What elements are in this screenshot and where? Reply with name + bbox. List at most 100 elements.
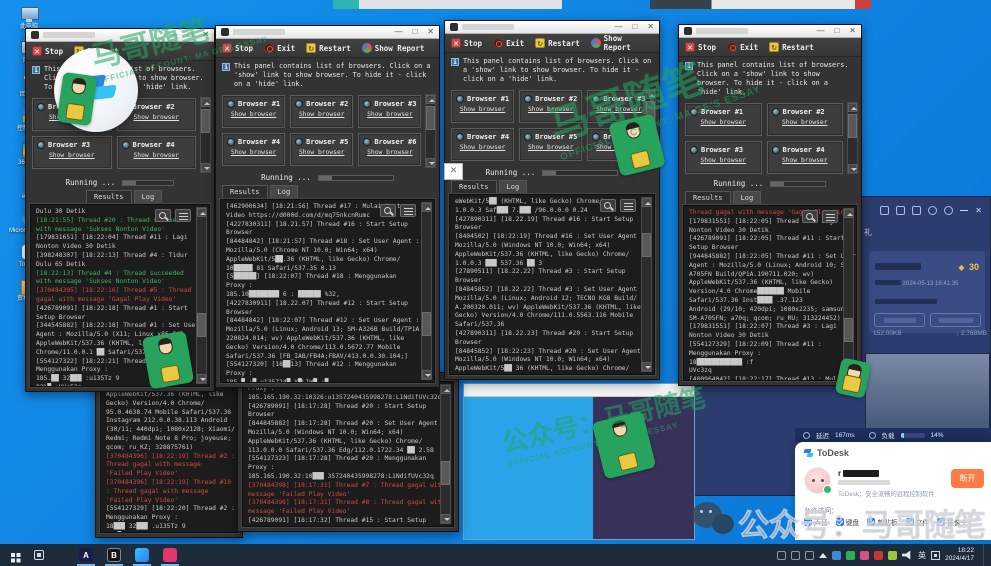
- help-button[interactable]: [930, 313, 981, 327]
- scroll-up-arrow[interactable]: [422, 203, 431, 212]
- titlebar[interactable]: — □ ✕: [26, 29, 214, 42]
- scroll-down-arrow[interactable]: [848, 164, 857, 173]
- scroll-up-arrow[interactable]: [844, 209, 853, 218]
- show-browser-link[interactable]: Show browser: [528, 144, 574, 151]
- minimize-button[interactable]: [960, 210, 968, 211]
- start-button[interactable]: [0, 544, 26, 566]
- show-browser-link[interactable]: Show browser: [701, 119, 747, 126]
- viewer-titlebar[interactable]: [464, 384, 694, 397]
- disconnect-button[interactable]: 断开: [951, 469, 984, 488]
- toolbar-button[interactable]: Show Report: [591, 34, 653, 52]
- log-scrollbar[interactable]: [196, 207, 207, 384]
- tray-icon[interactable]: [846, 551, 855, 560]
- toolbar-button[interactable]: Stop: [222, 43, 253, 53]
- scroll-up-arrow[interactable]: [197, 208, 206, 217]
- log-search-icon[interactable]: [802, 210, 818, 223]
- show-browser-link[interactable]: Show browser: [701, 157, 747, 164]
- permission-checkbox[interactable]: [804, 518, 812, 526]
- show-browser-link[interactable]: Show browser: [460, 106, 506, 113]
- show-browser-link[interactable]: Show browser: [460, 144, 506, 151]
- taskbar-app[interactable]: B: [100, 544, 128, 566]
- log-menu-icon[interactable]: [175, 209, 191, 222]
- log-menu-icon[interactable]: [822, 210, 838, 223]
- tray-icon[interactable]: [805, 551, 814, 560]
- scrollbar-thumb[interactable]: [197, 313, 206, 337]
- minimize-button[interactable]: —: [169, 31, 177, 39]
- log-search-icon[interactable]: [380, 204, 396, 217]
- popup-close-button[interactable]: ✕: [444, 163, 463, 180]
- tray-icon[interactable]: [777, 551, 786, 560]
- close-button[interactable]: ✕: [647, 23, 654, 31]
- tool-icon-4[interactable]: [928, 206, 937, 215]
- titlebar[interactable]: — □ ✕: [679, 25, 861, 38]
- scrollbar-thumb[interactable]: [844, 318, 853, 342]
- scrollbar-thumb[interactable]: [441, 461, 450, 485]
- scroll-down-arrow[interactable]: [197, 374, 206, 383]
- tool-icon-1[interactable]: [880, 206, 889, 215]
- toolbar-button[interactable]: Restart: [769, 42, 814, 52]
- scroll-up-arrow[interactable]: [642, 198, 651, 207]
- tool-icon-3[interactable]: [912, 206, 921, 215]
- tray-icon[interactable]: [874, 551, 883, 560]
- tray-icon[interactable]: [860, 551, 869, 560]
- close-button[interactable]: ✕: [975, 207, 982, 215]
- show-browser-link[interactable]: Show browser: [782, 157, 828, 164]
- taskbar-app[interactable]: [156, 544, 184, 566]
- clock[interactable]: 18:22 2024/4/17: [945, 547, 978, 563]
- tray-icon[interactable]: [902, 551, 913, 560]
- scroll-up-arrow[interactable]: [848, 103, 857, 112]
- toolbar-button[interactable]: Stop: [32, 46, 63, 56]
- show-browser-link[interactable]: Show browser: [299, 149, 345, 156]
- task-view-button[interactable]: [26, 544, 52, 566]
- close-button[interactable]: ✕: [202, 31, 209, 39]
- scroll-down-arrow[interactable]: [441, 514, 450, 523]
- show-browser-link[interactable]: Show browser: [782, 119, 828, 126]
- scrollbar-thumb[interactable]: [422, 312, 431, 336]
- maximize-button[interactable]: □: [632, 23, 637, 31]
- log-menu-icon[interactable]: [400, 204, 416, 217]
- toolbar-button[interactable]: Restart: [306, 43, 351, 53]
- minimize-button[interactable]: —: [816, 27, 824, 35]
- show-browser-link[interactable]: Show browser: [134, 114, 180, 121]
- browser-list-scrollbar[interactable]: [847, 102, 858, 174]
- show-browser-link[interactable]: Show browser: [231, 149, 277, 156]
- browser-list-scrollbar[interactable]: [200, 97, 211, 173]
- permission-checkbox[interactable]: [906, 518, 914, 526]
- log-search-icon[interactable]: [155, 209, 171, 222]
- scrollbar-thumb[interactable]: [642, 233, 651, 257]
- taskbar-app[interactable]: [128, 544, 156, 566]
- tab[interactable]: Results: [86, 190, 132, 204]
- show-browser-link[interactable]: Show browser: [299, 111, 345, 118]
- taskbar-app[interactable]: A: [72, 544, 100, 566]
- toolbar-button[interactable]: Restart: [535, 38, 580, 48]
- input-language-indicator[interactable]: 英: [918, 550, 926, 561]
- show-browser-link[interactable]: Show browser: [231, 111, 277, 118]
- tool-icon-5[interactable]: [944, 206, 953, 215]
- scrollbar-thumb[interactable]: [201, 109, 210, 133]
- tab[interactable]: Results: [685, 191, 731, 205]
- tab[interactable]: Log: [733, 191, 762, 205]
- show-browser-link[interactable]: Show browser: [367, 149, 413, 156]
- toolbar-button[interactable]: Exit: [264, 43, 295, 53]
- scroll-up-arrow[interactable]: [201, 98, 210, 107]
- permission-checkbox[interactable]: [937, 518, 945, 526]
- minimize-button[interactable]: —: [394, 28, 402, 36]
- titlebar[interactable]: — □ ✕: [445, 21, 659, 34]
- scroll-down-arrow[interactable]: [642, 362, 651, 371]
- scroll-up-arrow[interactable]: [426, 95, 435, 104]
- titlebar[interactable]: — □ ✕: [216, 26, 439, 39]
- show-desktop-button[interactable]: [983, 544, 987, 566]
- tray-icon[interactable]: [791, 551, 800, 560]
- copy-button[interactable]: [874, 313, 925, 327]
- log-scrollbar[interactable]: [440, 384, 451, 524]
- ime-icon[interactable]: [931, 551, 940, 560]
- maximize-button[interactable]: □: [187, 31, 192, 39]
- scroll-up-arrow[interactable]: [646, 90, 655, 99]
- tab[interactable]: Results: [222, 185, 268, 199]
- close-button[interactable]: ✕: [427, 28, 434, 36]
- tray-icon[interactable]: [832, 551, 841, 560]
- scrollbar-thumb[interactable]: [426, 106, 435, 130]
- show-browser-link[interactable]: Show browser: [528, 106, 574, 113]
- show-browser-link[interactable]: Show browser: [49, 152, 95, 159]
- toolbar-button[interactable]: Stop: [451, 38, 482, 48]
